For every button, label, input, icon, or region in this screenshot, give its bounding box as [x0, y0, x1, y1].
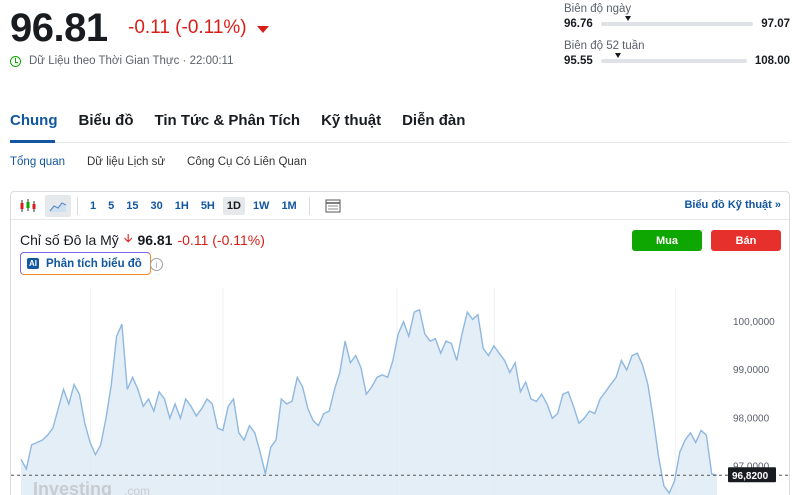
subtab-overview[interactable]: Tổng quan — [10, 156, 65, 168]
tab-dien-dan[interactable]: Diễn đàn — [402, 112, 465, 129]
week52-range-low: 95.55 — [564, 55, 593, 67]
instrument-header: Chỉ số Đô la Mỹ 🡫 96.81 -0.11 (-0.11%) — [20, 229, 265, 250]
week52-range-label: Biên độ 52 tuần — [564, 40, 645, 52]
tab-tin-tuc[interactable]: Tin Tức & Phân Tích — [154, 112, 300, 129]
week52-range: Biên độ 52 tuần 95.55 108.00 — [564, 40, 790, 67]
instrument-change: -0.11 (-0.11%) — [177, 231, 265, 248]
technical-chart-link[interactable]: Biểu đồ Kỹ thuật » — [684, 199, 781, 211]
clock-icon — [10, 55, 21, 67]
sell-button[interactable]: Bán — [711, 230, 781, 251]
price-chart[interactable]: 100,000099,000098,000097,000096,8200Inve… — [11, 288, 790, 495]
toolbar-separator — [308, 196, 310, 215]
week52-range-marker — [615, 53, 622, 58]
week52-range-bar — [600, 53, 747, 63]
last-price: 96.81 — [10, 6, 108, 50]
active-tab-indicator — [10, 140, 55, 143]
price-area — [21, 309, 717, 495]
timeframe-1d[interactable]: 1D — [222, 196, 245, 215]
price-change-text: -0.11 (-0.11%) — [128, 17, 247, 38]
instrument-price: 96.81 — [137, 231, 173, 248]
day-range-marker — [625, 16, 632, 21]
investing-watermark: Investing — [33, 479, 112, 495]
day-range: Biên độ ngày 96.76 97.07 — [564, 3, 790, 30]
chart-toolbar: 1 5 15 30 1H 5H 1D 1W 1M Biểu đồ Kỹ thuậ… — [11, 192, 789, 220]
day-range-low: 96.76 — [564, 18, 593, 30]
tabs-divider — [10, 142, 790, 143]
ai-chart-analysis-button[interactable]: AI Phân tích biểu đồ — [20, 252, 151, 275]
ai-icon: AI — [27, 258, 39, 269]
day-range-bar — [600, 16, 754, 26]
timeframe-30[interactable]: 30 — [147, 197, 167, 215]
tab-ky-thuat[interactable]: Kỹ thuật — [321, 112, 381, 129]
y-tick-label: 100,0000 — [733, 317, 775, 328]
main-tabs: Chung Biểu đồ Tin Tức & Phân Tích Kỹ thu… — [10, 112, 465, 129]
y-tick-label: 98,0000 — [733, 413, 770, 424]
subtab-historical-data[interactable]: Dữ liệu Lịch sử — [87, 156, 165, 168]
timeframe-1h[interactable]: 1H — [171, 197, 193, 215]
investing-watermark-suffix: .com — [124, 484, 150, 495]
instrument-name: Chỉ số Đô la Mỹ — [20, 231, 119, 248]
down-triangle-icon — [256, 25, 269, 33]
table-view-icon[interactable] — [320, 195, 346, 217]
tab-chung[interactable]: Chung — [10, 112, 57, 129]
area-chart-icon[interactable] — [45, 194, 71, 217]
buy-button[interactable]: Mua — [632, 230, 702, 251]
info-icon[interactable]: i — [150, 258, 163, 271]
tab-bieu-do[interactable]: Biểu đồ — [78, 112, 133, 129]
toolbar-separator — [77, 196, 78, 215]
day-range-high: 97.07 — [761, 18, 790, 30]
week52-range-high: 108.00 — [754, 55, 790, 67]
candlestick-icon[interactable] — [15, 195, 41, 217]
subtab-related-tools[interactable]: Công Cụ Có Liên Quan — [187, 156, 307, 168]
timeframe-5h[interactable]: 5H — [197, 197, 219, 215]
price-change: -0.11 (-0.11%) — [128, 17, 269, 39]
realtime-status: Dữ Liệu theo Thời Gian Thực · 22:00:11 — [10, 55, 234, 67]
timeframe-15[interactable]: 15 — [122, 197, 142, 215]
timeframe-1[interactable]: 1 — [86, 197, 100, 215]
sub-tabs: Tổng quan Dữ liệu Lịch sử Công Cụ Có Liê… — [10, 156, 307, 168]
arrow-down-icon: 🡫 — [123, 231, 133, 245]
ai-button-label: Phân tích biểu đồ — [46, 257, 142, 270]
realtime-text: Dữ Liệu theo Thời Gian Thực · 22:00:11 — [29, 55, 234, 67]
chart-panel: 1 5 15 30 1H 5H 1D 1W 1M Biểu đồ Kỹ thuậ… — [10, 191, 790, 495]
current-price-label: 96,8200 — [732, 471, 769, 482]
timeframe-5[interactable]: 5 — [104, 197, 118, 215]
day-range-label: Biên độ ngày — [564, 3, 632, 15]
timeframe-1w[interactable]: 1W — [249, 197, 274, 215]
timeframe-1m[interactable]: 1M — [277, 197, 300, 215]
y-tick-label: 99,0000 — [733, 365, 770, 376]
